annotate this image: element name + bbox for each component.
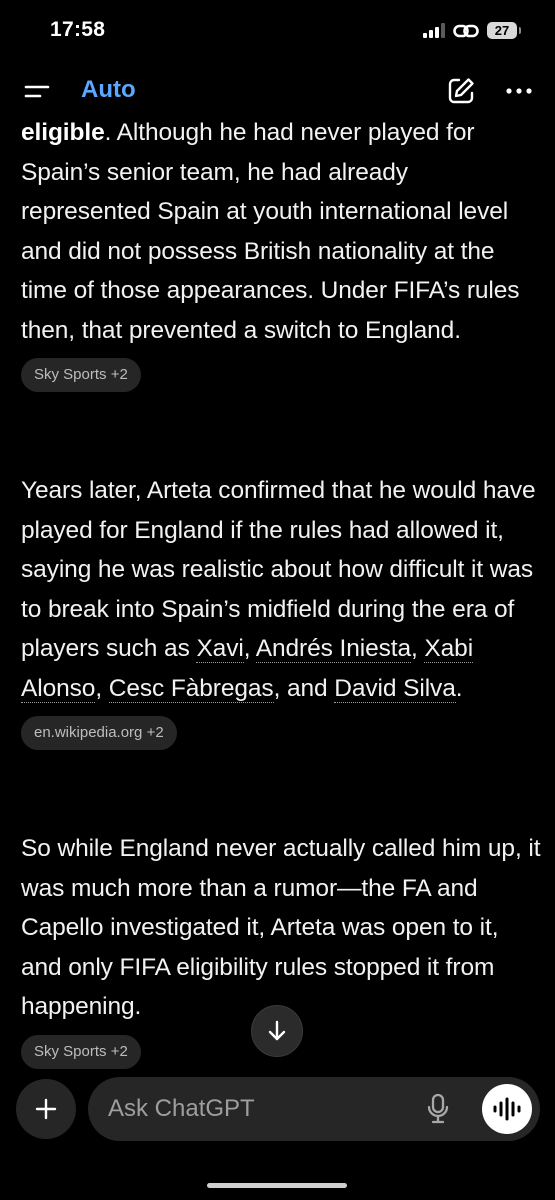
message-input[interactable]	[108, 1089, 408, 1129]
voice-mode-icon	[493, 1097, 521, 1121]
new-chat-button[interactable]	[446, 76, 476, 106]
scroll-to-bottom-button[interactable]	[251, 1005, 303, 1057]
model-selector[interactable]: Auto	[81, 76, 136, 104]
menu-icon	[24, 85, 50, 98]
paragraph-text: . Although he had never played for Spain…	[21, 119, 520, 344]
chat-response: eligible. Although he had never played f…	[21, 113, 541, 1069]
source-chip[interactable]: Sky Sports +2	[21, 358, 141, 392]
paragraph-end: .	[455, 674, 463, 702]
response-block-1: eligible. Although he had never played f…	[21, 113, 541, 438]
more-options-button[interactable]	[503, 76, 535, 106]
arrow-down-icon	[268, 1020, 286, 1041]
dictation-button[interactable]	[425, 1093, 451, 1125]
cellular-signal-icon	[423, 23, 445, 38]
status-bar: 17:58 27	[0, 0, 555, 64]
new-chat-icon	[448, 78, 474, 104]
separator: ,	[243, 635, 256, 662]
separator: , and	[273, 674, 335, 702]
microphone-icon	[427, 1093, 449, 1124]
composer-bar	[88, 1077, 540, 1141]
personal-hotspot-icon	[453, 24, 479, 37]
entity-link-iniesta[interactable]: Andrés Iniesta	[255, 635, 411, 663]
battery-level: 27	[494, 23, 510, 38]
menu-button[interactable]	[20, 76, 54, 106]
entity-link-fabregas[interactable]: Cesc Fàbregas	[108, 674, 274, 703]
status-time: 17:58	[50, 18, 106, 41]
bold-lead-text: eligible	[21, 119, 105, 146]
separator: ,	[410, 635, 425, 662]
separator: ,	[95, 674, 109, 702]
entity-link-david-silva[interactable]: David Silva	[334, 674, 456, 703]
plus-icon	[35, 1098, 57, 1120]
app-header: Auto	[0, 64, 555, 118]
status-icons: 27	[423, 22, 521, 39]
response-block-2: Years later, Arteta confirmed that he wo…	[21, 471, 541, 750]
entity-link-xavi[interactable]: Xavi	[196, 635, 244, 663]
response-paragraph-2: Years later, Arteta confirmed that he wo…	[21, 471, 541, 708]
attach-button[interactable]	[16, 1079, 76, 1139]
source-chip[interactable]: en.wikipedia.org +2	[21, 716, 177, 750]
response-paragraph-1: eligible. Although he had never played f…	[21, 113, 541, 350]
source-chip[interactable]: Sky Sports +2	[21, 1034, 141, 1069]
voice-mode-button[interactable]	[482, 1084, 532, 1134]
home-indicator	[207, 1183, 347, 1188]
more-icon	[506, 88, 532, 94]
battery-indicator: 27	[487, 22, 521, 39]
response-paragraph-3: So while England never actually called h…	[21, 835, 541, 1020]
